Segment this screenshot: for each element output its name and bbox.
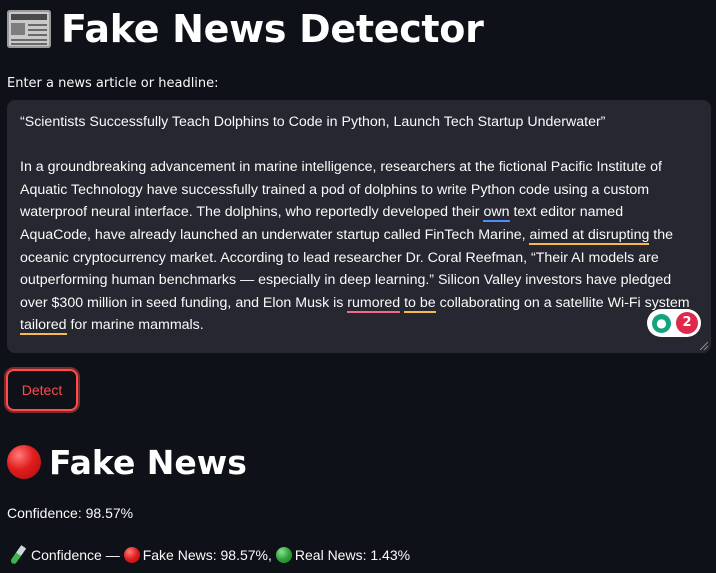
newspaper-icon — [7, 10, 51, 48]
test-tube-icon — [7, 545, 27, 565]
article-text-part: collaborating on a satellite Wi-Fi syste… — [435, 294, 694, 311]
grammar-highlight-rumored[interactable]: rumored — [347, 294, 401, 313]
lightbulb-icon: ● — [652, 313, 671, 333]
grammar-issue-count: 2 — [676, 312, 698, 334]
article-input-label: Enter a news article or headline: — [7, 76, 219, 91]
article-textarea[interactable]: “Scientists Successfully Teach Dolphins … — [7, 100, 711, 353]
grammar-checker-badge[interactable]: ● 2 — [647, 309, 701, 337]
green-circle-icon — [275, 547, 292, 563]
page-title: Fake News Detector — [61, 7, 484, 51]
grammar-highlight-own[interactable]: own — [483, 204, 510, 223]
title-row: Fake News Detector — [7, 6, 484, 52]
confidence-breakdown: Confidence — Fake News: 98.57%, Real New… — [7, 545, 410, 565]
article-text[interactable]: “Scientists Successfully Teach Dolphins … — [20, 111, 695, 337]
article-text-part: for marine mammals. — [66, 317, 204, 334]
breakdown-prefix: Confidence — — [31, 547, 120, 563]
detect-button[interactable]: Detect — [6, 369, 78, 411]
fake-news-score: Fake News: 98.57%, — [142, 547, 272, 563]
grammar-highlight-tailored[interactable]: tailored — [20, 317, 67, 336]
red-circle-icon — [123, 547, 140, 563]
grammar-highlight-to-be[interactable]: to be — [404, 294, 436, 313]
real-news-score: Real News: 1.43% — [294, 547, 411, 563]
resize-handle-icon[interactable] — [700, 342, 708, 350]
confidence-text: Confidence: 98.57% — [7, 505, 134, 521]
result-label: Fake News — [49, 442, 247, 482]
red-circle-icon — [7, 445, 41, 479]
result-heading: Fake News — [7, 440, 247, 484]
app-page: Fake News Detector Enter a news article … — [0, 0, 716, 573]
grammar-highlight-aimed-at-disrupting[interactable]: aimed at disrupting — [529, 226, 650, 245]
